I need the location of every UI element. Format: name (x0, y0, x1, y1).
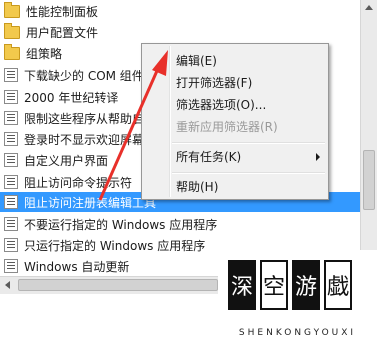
logo-char-tile: 戯 (324, 260, 352, 310)
watermark-logo: 深 空 游 戯 SHENKONGYOUXI (218, 250, 377, 357)
logo-char-tile: 空 (260, 260, 288, 310)
logo-char-tile: 游 (292, 260, 320, 310)
logo-char-tile: 深 (228, 260, 256, 310)
logo-subtitle: SHENKONGYOUXI (238, 328, 357, 338)
